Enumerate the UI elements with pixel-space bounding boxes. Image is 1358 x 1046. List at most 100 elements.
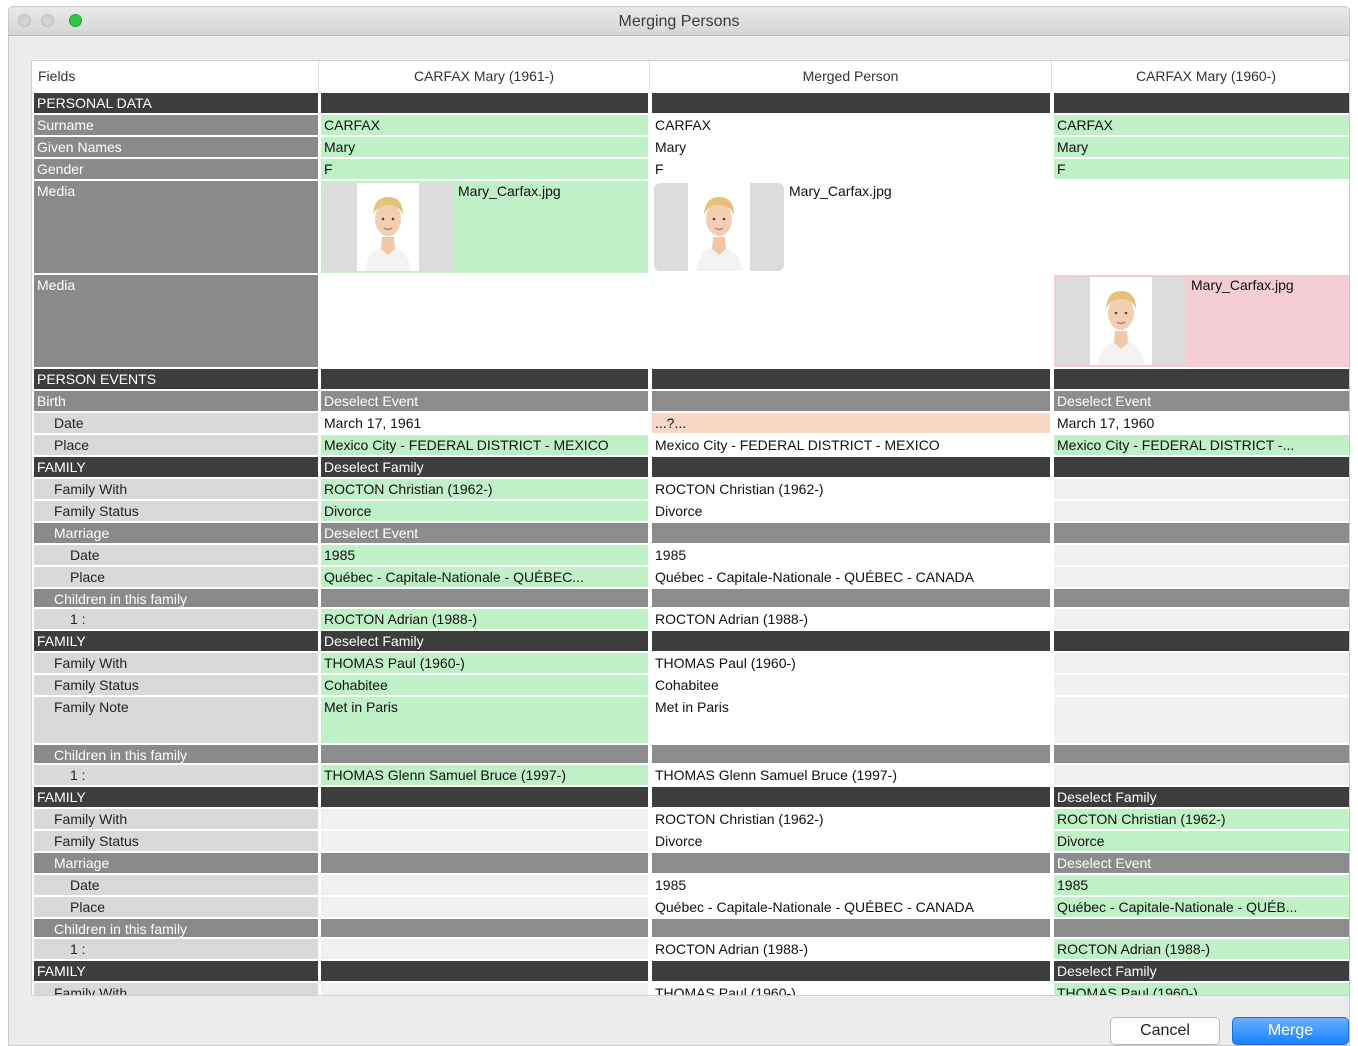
field-label: Family Status xyxy=(34,831,318,851)
right-value[interactable]: F xyxy=(1054,159,1349,179)
field-label: Gender xyxy=(34,159,318,179)
merged-value: 1985 xyxy=(652,545,1050,565)
right-value[interactable] xyxy=(1054,675,1349,695)
merge-row: Gender F F F xyxy=(32,158,1349,180)
right-value[interactable] xyxy=(1054,653,1349,673)
field-label: 1 : xyxy=(34,609,318,629)
deselect-event-button[interactable]: Deselect Event xyxy=(1054,391,1349,411)
left-value[interactable]: ROCTON Adrian (1988-) xyxy=(321,609,648,629)
merged-value: F xyxy=(652,159,1050,179)
field-label: PERSONAL DATA xyxy=(34,93,318,113)
left-value[interactable] xyxy=(321,983,648,995)
right-value[interactable] xyxy=(1054,457,1349,477)
left-value[interactable]: THOMAS Paul (1960-) xyxy=(321,653,648,673)
merged-value: THOMAS Paul (1960-) xyxy=(652,983,1050,995)
left-value[interactable] xyxy=(321,809,648,829)
merged-value xyxy=(652,919,1050,937)
right-value[interactable] xyxy=(1054,589,1349,607)
right-value[interactable]: Mary_Carfax.jpg xyxy=(1054,275,1349,367)
field-label: Place xyxy=(34,435,318,455)
merge-button[interactable]: Merge xyxy=(1232,1017,1349,1045)
left-value[interactable] xyxy=(321,961,648,981)
field-label: Family With xyxy=(34,479,318,499)
left-value[interactable] xyxy=(321,589,648,607)
deselect-event-button[interactable]: Deselect Event xyxy=(1054,853,1349,873)
merge-row: FAMILY Deselect Family xyxy=(32,960,1349,982)
left-value[interactable] xyxy=(321,787,648,807)
right-value[interactable]: 1985 xyxy=(1054,875,1349,895)
left-value[interactable]: March 17, 1961 xyxy=(321,413,648,433)
left-value[interactable]: Québec - Capitale-Nationale - QUÉBEC... xyxy=(321,567,648,587)
left-value[interactable]: F xyxy=(321,159,648,179)
media-thumbnail xyxy=(654,183,784,271)
right-value[interactable] xyxy=(1054,745,1349,763)
left-value[interactable]: THOMAS Glenn Samuel Bruce (1997-) xyxy=(321,765,648,785)
left-value[interactable] xyxy=(321,919,648,937)
right-value[interactable]: March 17, 1960 xyxy=(1054,413,1349,433)
right-value[interactable]: Québec - Capitale-Nationale - QUÉB... xyxy=(1054,897,1349,917)
right-value[interactable] xyxy=(1054,501,1349,521)
field-label: Date xyxy=(34,875,318,895)
right-value[interactable] xyxy=(1054,697,1349,743)
left-value[interactable] xyxy=(321,897,648,917)
merged-value xyxy=(652,523,1050,543)
right-value[interactable]: Divorce xyxy=(1054,831,1349,851)
merge-row: Children in this family xyxy=(32,918,1349,938)
deselect-family-button[interactable]: Deselect Family xyxy=(1054,961,1349,981)
left-value[interactable]: Mary xyxy=(321,137,648,157)
deselect-event-button[interactable]: Deselect Event xyxy=(321,391,648,411)
left-value[interactable] xyxy=(321,93,648,113)
merge-row: Place Mexico City - FEDERAL DISTRICT - ME… xyxy=(32,434,1349,456)
merged-value: Québec - Capitale-Nationale - QUÉBEC - C… xyxy=(652,897,1050,917)
portrait-image xyxy=(688,183,750,271)
deselect-family-button[interactable]: Deselect Family xyxy=(321,631,648,651)
deselect-event-button[interactable]: Deselect Event xyxy=(321,523,648,543)
left-value[interactable]: ROCTON Christian (1962-) xyxy=(321,479,648,499)
right-value[interactable]: ROCTON Adrian (1988-) xyxy=(1054,939,1349,959)
field-label: Family Status xyxy=(34,675,318,695)
right-value[interactable]: CARFAX xyxy=(1054,115,1349,135)
merge-row: Family With ROCTON Christian (1962-) ROCTO… xyxy=(32,808,1349,830)
right-value[interactable]: THOMAS Paul (1960-) xyxy=(1054,983,1349,995)
merge-row: FAMILY Deselect Family xyxy=(32,456,1349,478)
cancel-button[interactable]: Cancel xyxy=(1110,1017,1220,1045)
left-value[interactable] xyxy=(321,831,648,851)
right-value[interactable]: Mexico City - FEDERAL DISTRICT -... xyxy=(1054,435,1349,455)
left-value[interactable] xyxy=(321,939,648,959)
left-value[interactable]: Mexico City - FEDERAL DISTRICT - MEXICO xyxy=(321,435,648,455)
deselect-family-button[interactable]: Deselect Family xyxy=(1054,787,1349,807)
field-label: Place xyxy=(34,567,318,587)
left-value[interactable]: Divorce xyxy=(321,501,648,521)
right-value[interactable]: Mary xyxy=(1054,137,1349,157)
field-label: 1 : xyxy=(34,765,318,785)
right-value[interactable] xyxy=(1054,93,1349,113)
right-value[interactable] xyxy=(1054,631,1349,651)
right-value[interactable] xyxy=(1054,181,1349,273)
left-value[interactable]: Met in Paris xyxy=(321,697,648,743)
deselect-family-button[interactable]: Deselect Family xyxy=(321,457,648,477)
left-value[interactable]: Cohabitee xyxy=(321,675,648,695)
right-value[interactable] xyxy=(1054,609,1349,629)
right-value[interactable] xyxy=(1054,369,1349,389)
right-value[interactable]: ROCTON Christian (1962-) xyxy=(1054,809,1349,829)
left-value[interactable] xyxy=(321,875,648,895)
left-value[interactable] xyxy=(321,275,648,367)
merge-row: Marriage Deselect Event xyxy=(32,852,1349,874)
right-value[interactable] xyxy=(1054,765,1349,785)
right-value[interactable] xyxy=(1054,567,1349,587)
left-value[interactable]: CARFAX xyxy=(321,115,648,135)
left-value[interactable]: Mary_Carfax.jpg xyxy=(321,181,648,273)
right-value[interactable] xyxy=(1054,919,1349,937)
left-value[interactable] xyxy=(321,369,648,389)
merge-row: Media Mary_Carfax.jpg xyxy=(32,274,1349,368)
merge-row: Family Status Divorce Divorce xyxy=(32,830,1349,852)
field-label: Given Names xyxy=(34,137,318,157)
merged-value: ...?... xyxy=(652,413,1050,433)
left-value[interactable]: 1985 xyxy=(321,545,648,565)
right-value[interactable] xyxy=(1054,545,1349,565)
left-value[interactable] xyxy=(321,745,648,763)
right-value[interactable] xyxy=(1054,523,1349,543)
merged-value xyxy=(652,787,1050,807)
left-value[interactable] xyxy=(321,853,648,873)
right-value[interactable] xyxy=(1054,479,1349,499)
